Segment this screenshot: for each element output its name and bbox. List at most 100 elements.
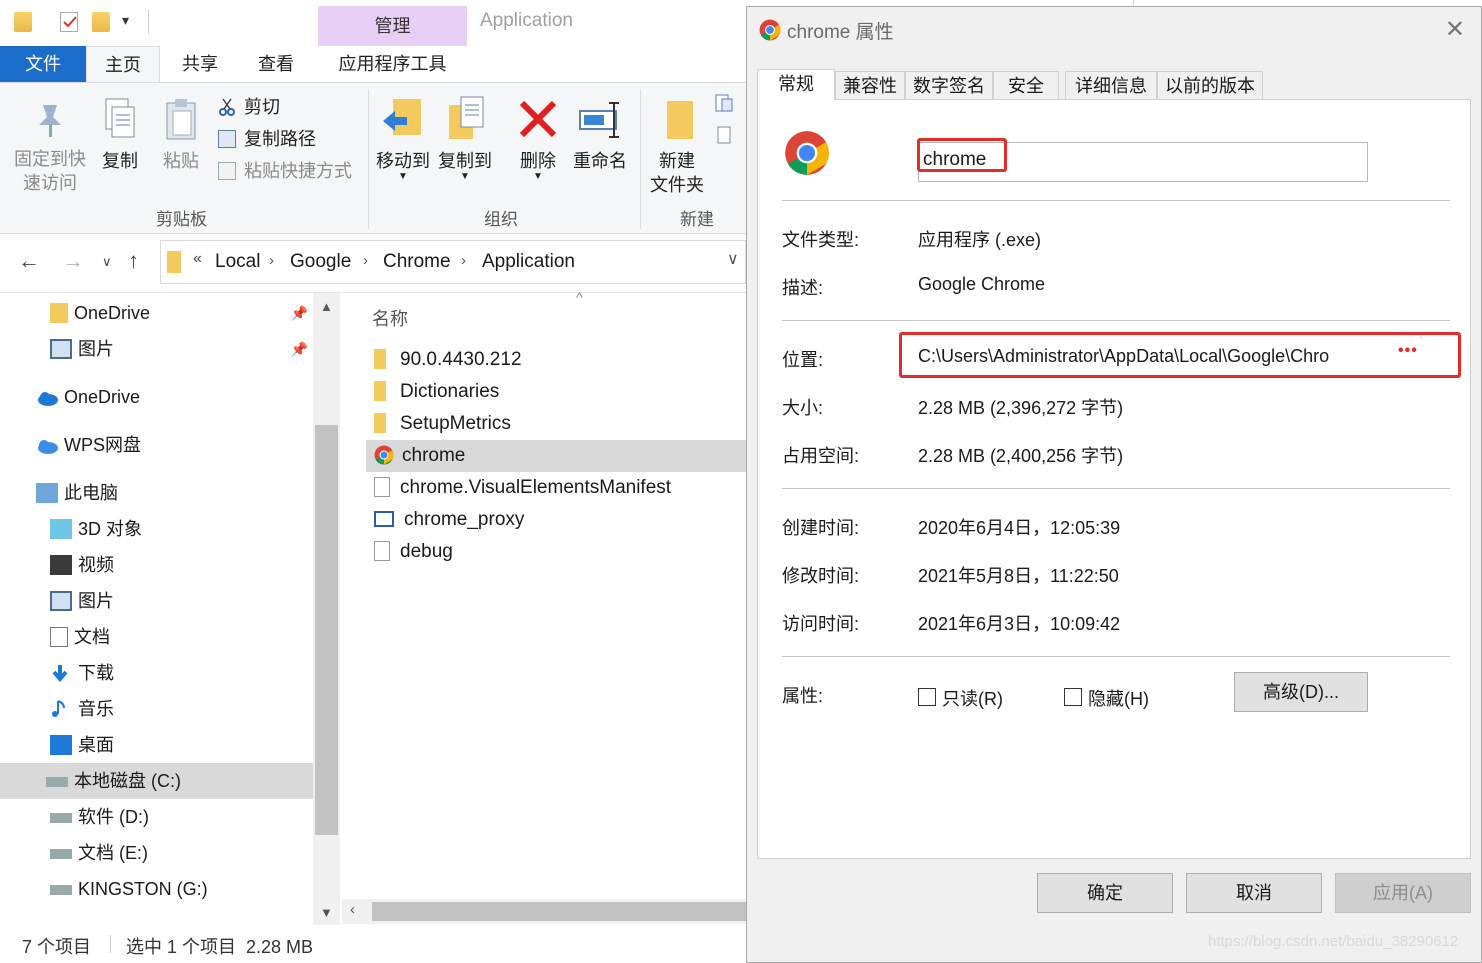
new-folder-button[interactable]: 新建 文件夹 — [646, 95, 708, 197]
hidden-label[interactable]: 隐藏(H) — [1088, 685, 1149, 711]
paste-button[interactable]: 粘贴 — [156, 97, 206, 173]
address-dropdown-chevron-icon[interactable]: ∨ — [727, 249, 739, 269]
tab-home[interactable]: 主页 — [86, 46, 160, 82]
new-item-icon[interactable] — [714, 93, 738, 115]
nav-pane-scrollbar[interactable]: ▲ ▼ — [313, 293, 340, 925]
tab-previous-versions[interactable]: 以前的版本 — [1157, 71, 1263, 99]
hidden-checkbox[interactable] — [1064, 688, 1082, 706]
file-row-selected[interactable]: chrome — [366, 440, 746, 472]
nav-item-drive-e[interactable]: 文档 (E:) — [50, 835, 148, 871]
pin-icon[interactable]: 📌 — [291, 305, 308, 322]
recent-locations-chevron-icon[interactable]: ∨ — [102, 254, 112, 270]
copy-path-button[interactable]: 复制路径 — [218, 125, 316, 151]
chevron-right-icon[interactable]: › — [461, 252, 466, 269]
nav-item-pictures-pinned[interactable]: 图片 — [50, 331, 114, 367]
nav-item-drive-d[interactable]: 软件 (D:) — [50, 799, 149, 835]
chevron-right-icon[interactable]: › — [269, 252, 274, 269]
documents-icon — [50, 627, 68, 647]
tab-security[interactable]: 安全 — [993, 71, 1059, 99]
tab-file[interactable]: 文件 — [0, 46, 86, 82]
file-row[interactable]: 90.0.4430.212 — [366, 344, 746, 376]
scroll-left-chevron-icon[interactable]: ‹ — [350, 901, 355, 918]
nav-item-drive-g[interactable]: KINGSTON (G:) — [50, 871, 208, 907]
cloud-icon — [36, 431, 58, 454]
readonly-label[interactable]: 只读(R) — [942, 685, 1003, 711]
chevron-right-icon[interactable]: › — [363, 252, 368, 269]
scroll-down-chevron-icon[interactable]: ▼ — [320, 905, 333, 920]
back-arrow-icon[interactable]: ← — [18, 248, 40, 274]
breadcrumb-local[interactable]: Local — [215, 251, 260, 273]
scroll-up-chevron-icon[interactable]: ▲ — [320, 299, 333, 314]
pin-icon[interactable]: 📌 — [291, 341, 308, 358]
ok-button[interactable]: 确定 — [1037, 873, 1173, 913]
new-folder-icon — [667, 101, 693, 139]
window-title: Application — [480, 10, 573, 31]
properties-icon[interactable] — [60, 12, 78, 32]
nav-item-wps-drive[interactable]: WPS网盘 — [36, 427, 141, 463]
breadcrumb-overflow[interactable]: « — [193, 250, 202, 268]
nav-item-desktop[interactable]: 桌面 — [50, 727, 114, 763]
file-list: ^ 名称 90.0.4430.212 Dictionaries SetupMet… — [342, 289, 746, 924]
apply-button[interactable]: 应用(A) — [1335, 873, 1471, 913]
copy-button[interactable]: 复制 — [96, 97, 144, 173]
easy-access-icon[interactable] — [714, 125, 738, 147]
scrollbar-thumb[interactable] — [315, 425, 338, 835]
tab-view[interactable]: 查看 — [240, 46, 312, 82]
nav-item-onedrive-folder[interactable]: OneDrive — [50, 295, 150, 331]
size-label: 大小: — [782, 398, 824, 418]
copy-to-icon — [449, 96, 484, 139]
cancel-button[interactable]: 取消 — [1186, 873, 1322, 913]
rename-icon — [579, 102, 619, 138]
tab-general[interactable]: 常规 — [757, 69, 835, 100]
tab-details[interactable]: 详细信息 — [1065, 71, 1157, 99]
watermark: https://blog.csdn.net/baidu_38290612 — [1208, 933, 1459, 950]
tab-application-tools[interactable]: 应用程序工具 — [318, 46, 467, 82]
new-folder-icon[interactable] — [92, 12, 110, 32]
nav-item-videos[interactable]: 视频 — [50, 547, 114, 583]
new-group-label: 新建 — [680, 210, 714, 229]
scrollbar-thumb[interactable] — [372, 902, 746, 921]
pin-quick-access-button[interactable]: 固定到快 速访问 — [10, 101, 90, 195]
nav-item-music[interactable]: 音乐 — [50, 691, 114, 727]
nav-item-this-pc[interactable]: 此电脑 — [36, 475, 118, 511]
cut-button[interactable]: 剪切 — [218, 93, 280, 119]
tab-compatibility[interactable]: 兼容性 — [835, 71, 905, 99]
up-arrow-icon[interactable]: ↑ — [128, 248, 139, 274]
customize-toolbar-chevron-icon[interactable]: ▾ — [122, 12, 129, 29]
file-row[interactable]: chrome_proxy — [366, 504, 746, 536]
file-row[interactable]: Dictionaries — [366, 376, 746, 408]
breadcrumb-google[interactable]: Google — [290, 251, 351, 273]
tab-digital-signatures[interactable]: 数字签名 — [905, 71, 993, 99]
breadcrumb-application[interactable]: Application — [482, 251, 575, 273]
nav-item-onedrive[interactable]: OneDrive — [36, 379, 140, 415]
attributes-label: 属性: — [782, 686, 824, 706]
file-list-horizontal-scrollbar[interactable]: ‹ — [342, 899, 746, 924]
advanced-button[interactable]: 高级(D)... — [1234, 672, 1368, 712]
column-header-name[interactable]: 名称 — [372, 305, 408, 331]
nav-item-documents[interactable]: 文档 — [50, 619, 110, 655]
rename-button[interactable]: 重命名 — [570, 95, 630, 173]
copy-to-button[interactable]: 复制到 ▼ — [436, 95, 494, 182]
nav-item-drive-c[interactable]: 本地磁盘 (C:) — [0, 763, 313, 799]
address-bar[interactable]: « Local › Google › Chrome › Application … — [160, 240, 746, 284]
copy-icon — [105, 98, 135, 138]
readonly-checkbox[interactable] — [918, 688, 936, 706]
file-type-label: 文件类型: — [782, 230, 860, 250]
accessed-label: 访问时间: — [782, 614, 860, 634]
breadcrumb-chrome[interactable]: Chrome — [383, 251, 451, 273]
delete-button[interactable]: 删除 ▼ — [514, 95, 562, 182]
forward-arrow-icon[interactable]: → — [62, 248, 84, 274]
file-row[interactable]: SetupMetrics — [366, 408, 746, 440]
chrome-icon — [759, 19, 781, 41]
nav-item-pictures[interactable]: 图片 — [50, 583, 114, 619]
close-icon[interactable]: ✕ — [1445, 15, 1465, 44]
move-to-button[interactable]: 移动到 ▼ — [374, 95, 432, 182]
nav-item-downloads[interactable]: 下载 — [50, 655, 114, 691]
tab-share[interactable]: 共享 — [164, 46, 236, 82]
paste-icon — [166, 99, 196, 140]
manage-context-tab[interactable]: 管理 — [318, 6, 467, 46]
paste-shortcut-button[interactable]: 粘贴快捷方式 — [218, 157, 352, 183]
file-row[interactable]: debug — [366, 536, 746, 568]
nav-item-3d-objects[interactable]: 3D 对象 — [50, 511, 142, 547]
file-row[interactable]: chrome.VisualElementsManifest — [366, 472, 746, 504]
